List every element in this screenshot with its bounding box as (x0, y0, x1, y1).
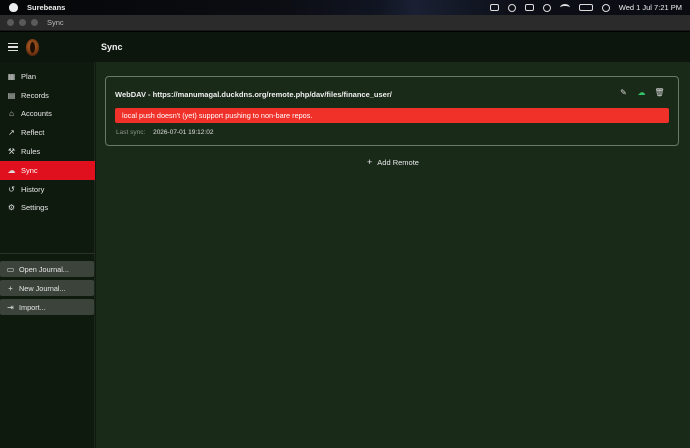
new-journal-label: New Journal... (19, 283, 66, 293)
window-title: Sync (47, 18, 64, 27)
battery-icon[interactable] (578, 4, 593, 11)
sidebar-item-sync[interactable]: ☁ Sync (0, 160, 95, 180)
wifi-icon[interactable] (559, 4, 570, 11)
sidebar-item-plan[interactable]: ▦ Plan (0, 67, 95, 86)
sidebar-item-settings[interactable]: ⚙ Settings (0, 199, 95, 218)
sidebar-item-label: Settings (21, 203, 49, 213)
sidebar-item-rules[interactable]: ⚒ Rules (0, 142, 95, 161)
sidebar-item-records[interactable]: ▤ Records (0, 86, 95, 105)
page-title: Sync (101, 42, 123, 52)
display-icon[interactable] (507, 3, 516, 12)
window-titlebar: Sync (0, 15, 690, 31)
plus-icon: + (8, 283, 13, 293)
error-message: local push doesn't (yet) support pushing… (122, 111, 313, 120)
calendar-icon: ▦ (7, 71, 16, 81)
menubar-clock[interactable]: Wed 1 Jul 7:21 PM (619, 3, 682, 12)
apple-icon[interactable] (9, 3, 18, 12)
plus-icon: + (367, 157, 373, 167)
cloud-icon: ☁ (7, 165, 16, 175)
remote-title: WebDAV - https://manumagal.duckdns.org/r… (115, 90, 392, 99)
main-content: WebDAV - https://manumagal.duckdns.org/r… (96, 62, 690, 448)
new-journal-button[interactable]: + New Journal... (0, 280, 94, 296)
open-journal-label: Open Journal... (19, 264, 69, 274)
menubar: Surebeans Wed 1 Jul 7:21 PM (0, 0, 690, 15)
keyboard-icon[interactable] (524, 4, 534, 11)
sidebar-item-accounts[interactable]: ⌂ Accounts (0, 105, 95, 124)
import-button[interactable]: ⇥ Import... (0, 299, 94, 315)
add-remote-label: Add Remote (377, 157, 419, 167)
history-icon: ↺ (8, 184, 15, 194)
sidebar: ▦ Plan ▤ Records ⌂ Accounts ↗ Reflect ⚒ … (0, 62, 95, 448)
sidebar-item-label: Records (21, 90, 49, 100)
open-journal-button[interactable]: ▭ Open Journal... (0, 261, 94, 277)
minimize-window-button[interactable] (19, 19, 26, 26)
sidebar-item-reflect[interactable]: ↗ Reflect (0, 123, 95, 142)
sidebar-item-label: Sync (21, 165, 38, 175)
remote-card: WebDAV - https://manumagal.duckdns.org/r… (105, 76, 679, 146)
sidebar-item-history[interactable]: ↺ History (0, 180, 95, 199)
sidebar-item-label: Rules (21, 147, 41, 157)
import-label: Import... (19, 302, 46, 312)
volume-icon[interactable] (542, 3, 551, 12)
bank-icon: ⌂ (9, 109, 14, 119)
import-icon: ⇥ (7, 302, 14, 312)
last-sync: Last sync: 2026-07-01 19:12:02 (116, 129, 213, 136)
sidebar-item-label: Reflect (21, 128, 45, 138)
chart-line-icon: ↗ (8, 128, 15, 138)
document-icon: ▤ (7, 90, 16, 100)
folder-icon: ▭ (6, 264, 15, 274)
app-header: Sync (0, 32, 690, 62)
sidebar-item-label: Accounts (21, 109, 52, 119)
zoom-window-button[interactable] (31, 19, 38, 26)
app-window: Sync ▦ Plan ▤ Records ⌂ Accounts ↗ Refle… (0, 32, 690, 448)
trash-icon[interactable]: 🗑 (654, 88, 664, 97)
sidebar-item-label: History (21, 184, 45, 194)
bluetooth-icon[interactable] (489, 4, 499, 11)
sidebar-nav: ▦ Plan ▤ Records ⌂ Accounts ↗ Reflect ⚒ … (0, 67, 95, 217)
menu-icon[interactable] (8, 43, 18, 51)
last-sync-label: Last sync: (116, 129, 146, 136)
remote-card-actions: ✎ ☁ 🗑 (619, 88, 664, 97)
app-logo (26, 39, 39, 56)
cloud-sync-icon[interactable]: ☁ (637, 88, 646, 97)
journal-actions: ▭ Open Journal... + New Journal... ⇥ Imp… (0, 261, 95, 318)
close-window-button[interactable] (7, 19, 14, 26)
sidebar-divider (0, 253, 95, 254)
gavel-icon: ⚒ (7, 147, 16, 157)
gear-icon: ⚙ (7, 203, 16, 213)
menubar-app-name[interactable]: Surebeans (27, 3, 65, 12)
error-banner: local push doesn't (yet) support pushing… (115, 108, 669, 123)
add-remote-button[interactable]: + Add Remote (367, 157, 419, 167)
edit-icon[interactable]: ✎ (619, 88, 628, 97)
control-center-icon[interactable] (601, 3, 610, 12)
sidebar-item-label: Plan (21, 71, 37, 81)
last-sync-value: 2026-07-01 19:12:02 (153, 129, 214, 136)
menubar-status-items: Wed 1 Jul 7:21 PM (489, 0, 682, 15)
